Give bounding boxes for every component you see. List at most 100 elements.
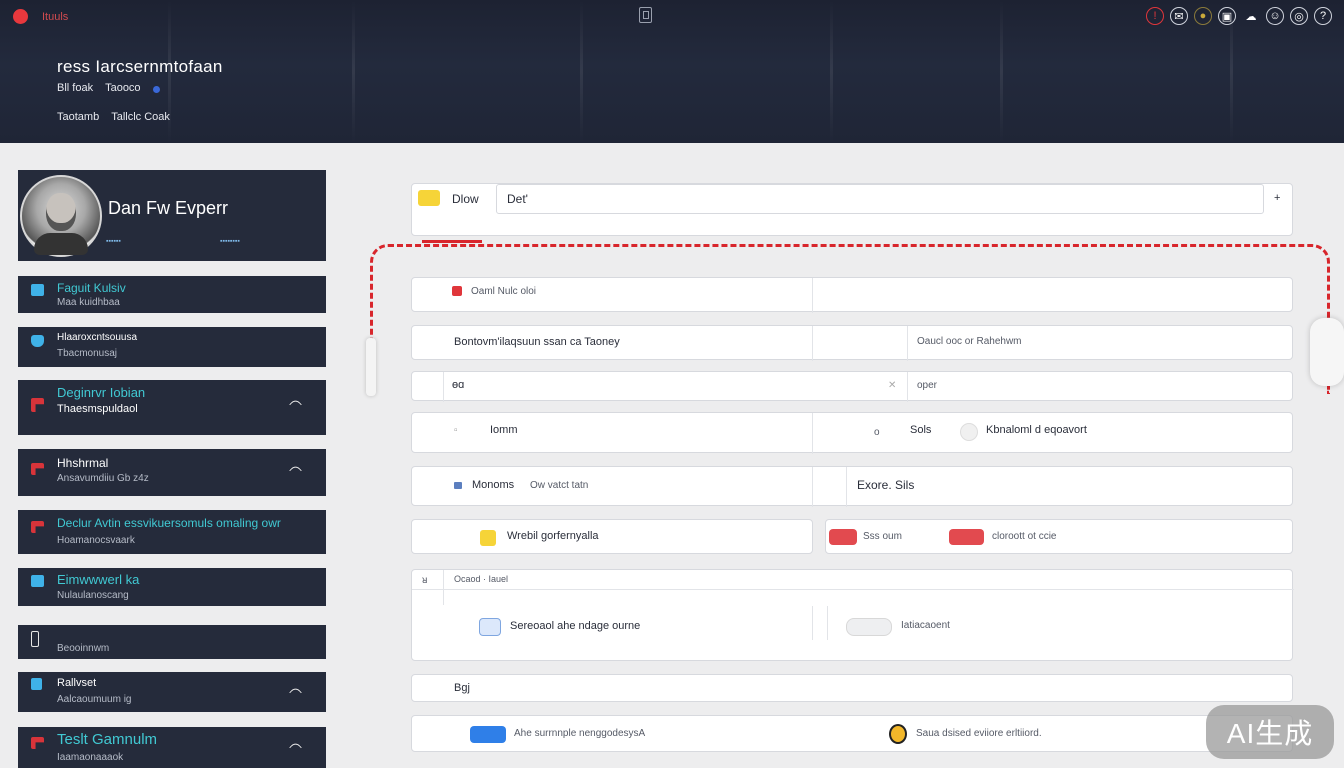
sidebar-item-title: Declur Avtin essvikuersomuls omaling owr (57, 516, 281, 530)
sidebar-item-title: Eimwwwerl ka (57, 572, 140, 587)
cloud-icon[interactable]: ☁ (1242, 7, 1260, 25)
row2-label: Oaml Nulc oloi (471, 286, 537, 297)
clear-icon[interactable]: ✕ (888, 380, 896, 391)
window-icon[interactable] (639, 7, 652, 23)
form-row-9[interactable]: Bgj (411, 674, 1293, 702)
status-dot-icon (152, 86, 160, 93)
form-row-8[interactable]: ᴚ Ocaod · Iauel Sereoaol ahe ndage ourne… (411, 569, 1294, 661)
header-link-a[interactable]: Taotamb (57, 111, 99, 123)
header-sub-a: Bll foak (57, 82, 94, 94)
row5-mid-a: o (874, 427, 880, 438)
sidebar-item-sub: Iaamaonaaaok (57, 752, 124, 763)
sidebar-item-title: Teslt Gamnulm (57, 731, 158, 748)
sidebar-item-sub: Hoamanocsvaark (57, 535, 135, 546)
monitor-icon (31, 284, 44, 296)
globe-icon[interactable]: ◎ (1290, 7, 1308, 25)
app-header: Ituuls ! ✉ ● ▣ ☁ ☺ ◎ ? ress Iarcsernmtof… (0, 0, 1344, 143)
lamp-icon (31, 631, 39, 647)
coin-icon[interactable]: ● (1194, 7, 1212, 25)
row3-left: Bontovm'ilaqsuun ssan ca Taoney (454, 336, 620, 348)
row6-left-a: Monoms (472, 479, 515, 491)
add-button[interactable]: + (1274, 192, 1280, 204)
row4-right: oper (917, 380, 938, 391)
row5-right: Kbnaloml d eqoavort (986, 424, 1087, 436)
sidebar-item-title: Hlaaroxcntsouusa (57, 332, 138, 343)
mail-icon (454, 482, 462, 489)
record-icon[interactable] (13, 9, 28, 24)
sidebar-item-5[interactable]: Declur Avtin essvikuersomuls omaling owr… (18, 510, 326, 554)
sidebar-item-title: Hhshrmal (57, 456, 109, 470)
help-icon[interactable]: ? (1314, 7, 1332, 25)
toggle-pill[interactable] (846, 618, 892, 636)
flag-icon (31, 737, 44, 749)
chevron-icon[interactable] (289, 464, 302, 477)
form-row-10[interactable]: Ahe surrnnple nenggodesysA Saua dsised e… (411, 715, 1293, 752)
sidebar-item-7[interactable]: Beooinnwm (18, 625, 326, 659)
form-row-4[interactable]: ɵɑ ✕ oper (411, 371, 1293, 402)
rail-handle-right[interactable] (1310, 318, 1344, 386)
flag-icon (31, 398, 44, 412)
form-row-7-right[interactable]: Sss oum cloroott ot ccie (825, 519, 1293, 554)
printer-icon[interactable]: ▣ (1218, 7, 1236, 25)
badge-icon (949, 529, 984, 545)
face-icon (889, 724, 907, 744)
sidebar-item-title: Faguit Kulsiv (57, 281, 126, 295)
check-button[interactable] (470, 726, 506, 743)
form-row-2[interactable]: Oaml Nulc oloi (411, 277, 1293, 313)
header-subtitle: Bll foak Taooco (57, 82, 160, 94)
spark-icon (418, 190, 440, 206)
header-sub-b: Taooco (105, 82, 141, 94)
form-row-3[interactable]: Bontovm'ilaqsuun ssan ca Taoney Oaucl oo… (411, 325, 1293, 361)
flag-icon (31, 521, 44, 533)
sidebar-item-title: Deginrvr Iobian (57, 385, 146, 400)
sidebar-item-sub: Thaesmspuldaol (57, 403, 138, 415)
flag-icon (31, 463, 44, 475)
chevron-icon[interactable] (289, 398, 302, 411)
note-icon (480, 530, 496, 546)
profile-meta-right: ▪▪▪▪▪▪▪▪ (220, 238, 240, 245)
profile-card[interactable]: Dan Fw Evperr ▪▪▪▪▪▪ ▪▪▪▪▪▪▪▪ (18, 170, 326, 261)
ai-watermark: AI生成 (1206, 705, 1334, 759)
row4-left: ɵɑ (452, 379, 465, 391)
chevron-icon[interactable] (289, 741, 302, 754)
sidebar-item-1[interactable]: Faguit Kulsiv Maa kuidhbaa (18, 276, 326, 313)
profile-name: Dan Fw Evperr (108, 198, 229, 218)
active-tab-indicator (422, 240, 482, 243)
checkbox-icon[interactable] (479, 618, 501, 636)
alert-icon[interactable]: ! (1146, 7, 1164, 25)
avatar-small-icon (960, 423, 978, 441)
sidebar-item-9[interactable]: Teslt Gamnulm Iaamaonaaaok (18, 727, 326, 768)
tray-icons: ! ✉ ● ▣ ☁ ☺ ◎ ? (1146, 7, 1332, 25)
form-row-6[interactable]: Monoms Ow vatct tatn Exore. Sils (411, 466, 1293, 507)
sidebar-item-4[interactable]: Hhshrmal Ansavumdiiu Gb z4z (18, 449, 326, 496)
row8-left: Sereoaol ahe ndage ourne (510, 620, 641, 632)
sidebar-item-sub: Maa kuidhbaa (57, 297, 120, 308)
tab-dlow[interactable]: Dlow (452, 192, 479, 206)
row6-left-b: Ow vatct tatn (530, 480, 589, 491)
sidebar-item-sub: Tbacmonusaj (57, 348, 118, 359)
search-input-value: Det' (507, 192, 528, 206)
row8-header: Ocaod · Iauel (454, 574, 509, 584)
sidebar-item-8[interactable]: Rallvset Aalcaoumuum ig (18, 672, 326, 712)
row3-right: Oaucl ooc or Rahehwm (917, 336, 1022, 347)
profile-meta-left: ▪▪▪▪▪▪ (106, 238, 121, 245)
row10-right: Saua dsised eviiore erltiiord. (916, 728, 1042, 739)
form-row-5[interactable]: ▫ Iomm o Sols Kbnaloml d eqoavort (411, 412, 1293, 454)
tag-icon (829, 529, 857, 545)
rail-handle-left[interactable] (366, 338, 376, 396)
sidebar-item-2[interactable]: Hlaaroxcntsouusa Tbacmonusaj (18, 327, 326, 367)
shield-icon (31, 335, 44, 347)
row6-right: Exore. Sils (857, 478, 915, 492)
header-link-b[interactable]: Tallclc Coak (111, 111, 170, 123)
chevron-icon[interactable] (289, 686, 302, 699)
inbox-icon[interactable]: ✉ (1170, 7, 1188, 25)
form-row-7-left[interactable]: Wrebil gorfernyalla (411, 519, 813, 554)
header-links: Taotamb Tallclc Coak (57, 111, 170, 123)
user-icon[interactable]: ☺ (1266, 7, 1284, 25)
sidebar-item-3[interactable]: Deginrvr Iobian Thaesmspuldaol (18, 380, 326, 435)
sidebar-item-sub: Beooinnwm (57, 643, 110, 654)
search-input[interactable]: Det' (496, 184, 1264, 214)
avatar (20, 175, 102, 257)
sidebar-item-6[interactable]: Eimwwwerl ka Nulaulanoscang (18, 568, 326, 606)
row10-left: Ahe surrnnple nenggodesysA (514, 728, 646, 739)
